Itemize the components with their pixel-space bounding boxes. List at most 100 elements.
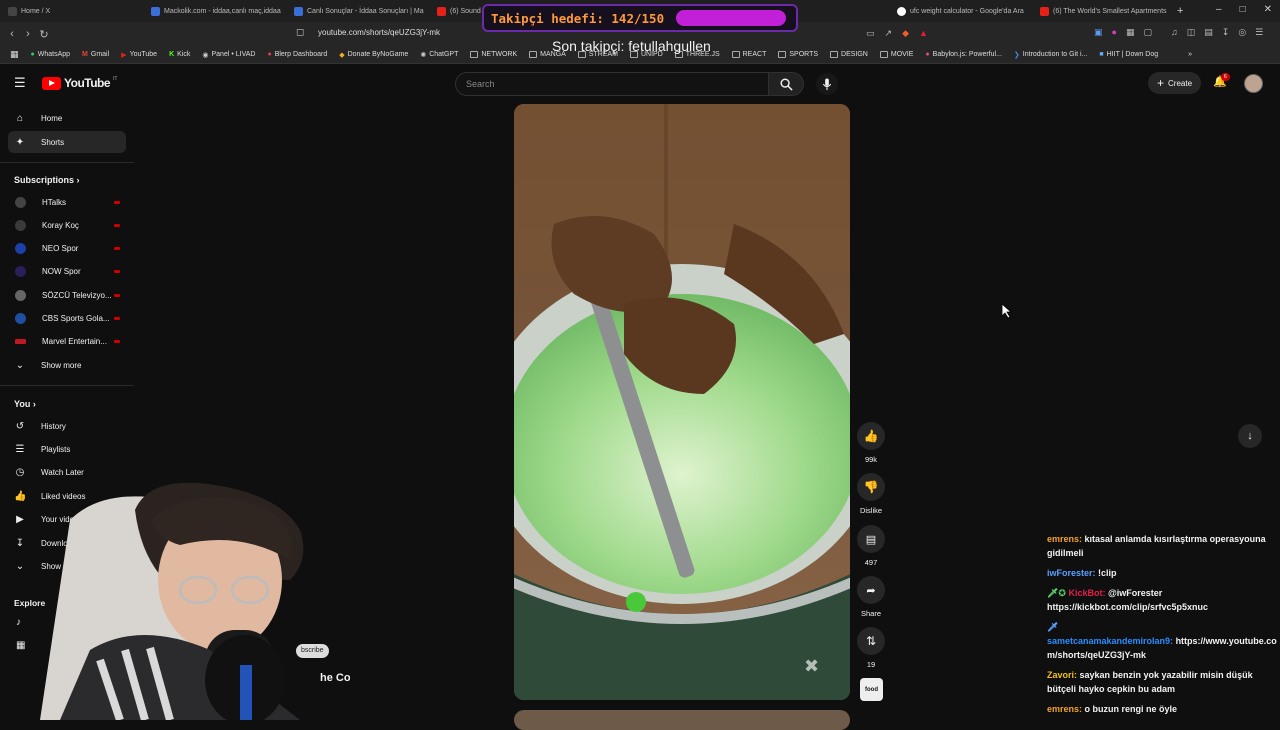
stream-chat: emrens: kıtasal anlamda kısırlaştırma op…	[1047, 532, 1277, 722]
share-button[interactable]: ➦ Share	[857, 576, 885, 618]
brave-shield-icon[interactable]: ◆	[902, 28, 909, 39]
like-button[interactable]: 👍 99k	[857, 422, 885, 464]
bookmark-folder[interactable]: NETWORK	[470, 51, 517, 58]
chevron-right-icon: ›	[32, 399, 36, 409]
channel-avatar	[15, 265, 26, 277]
menu-icon[interactable]: ☰	[1255, 27, 1263, 38]
youtube-icon	[1040, 6, 1049, 16]
chat-message: 🗡✪ KickBot: @iwForester https://kickbot.…	[1047, 588, 1209, 612]
sidebar-item-subscription[interactable]: HTalks	[8, 191, 126, 213]
sidebar-item-subscription[interactable]: NOW Spor	[8, 260, 126, 282]
bookmark-hiit[interactable]: ■ HIIT | Down Dog	[1099, 51, 1158, 58]
vpn-icon[interactable]: ◎	[1238, 27, 1246, 38]
youtube-play-icon	[42, 76, 61, 90]
bookmark-panel[interactable]: ◉ Panel • LIVAD	[202, 51, 255, 59]
forward-icon[interactable]: ›	[20, 28, 36, 40]
remix-button[interactable]: ⇅ 19	[857, 627, 885, 669]
shorts-video-player[interactable]: ✖	[514, 104, 850, 700]
bookmark-folder[interactable]: DESIGN	[830, 51, 868, 58]
bookmark-git[interactable]: ❯ Introduction to Git i...	[1014, 51, 1087, 59]
sidebar-item-subscription[interactable]: Koray Koç	[8, 214, 126, 236]
apps-icon[interactable]: ▦	[10, 49, 19, 60]
search-input[interactable]: Search	[455, 72, 769, 96]
bookmark-icon[interactable]: ◻	[296, 27, 304, 38]
sidebar-item-shorts[interactable]: ✦ Shorts	[8, 131, 126, 153]
bookmark-folder[interactable]: MOVIE	[879, 51, 913, 58]
subscribe-button[interactable]: bscribe	[296, 644, 329, 658]
channel-avatar	[15, 219, 26, 231]
plus-icon: +	[1156, 76, 1164, 90]
bookmark-folder[interactable]: SPORTS	[778, 51, 818, 58]
mackolik-icon	[151, 6, 160, 16]
comments-button[interactable]: ▤ 497	[857, 525, 885, 567]
live-indicator	[114, 269, 120, 273]
folder-icon	[529, 51, 538, 58]
extension-icon[interactable]: ▢	[1143, 27, 1152, 38]
browser-tab[interactable]: Home / X	[0, 0, 143, 22]
reload-icon[interactable]: ↻	[36, 28, 52, 41]
chat-message: Zavori: saykan benzin yok yazabilir misi…	[1047, 670, 1253, 694]
cast-icon[interactable]: ▭	[866, 28, 875, 39]
browser-tab[interactable]: ufc weight calculator - Google'da Ara	[889, 0, 1032, 22]
sidebar-item-history[interactable]: ↺ History	[8, 415, 126, 437]
more-bookmarks-icon[interactable]: »	[1188, 51, 1192, 58]
channel-avatar	[15, 338, 26, 344]
create-button[interactable]: + Create	[1148, 72, 1201, 94]
next-video-button[interactable]: ↓	[1238, 424, 1262, 448]
bookmark-donate[interactable]: ◆ Donate ByNoGame	[339, 51, 408, 59]
browser-tab[interactable]: Canlı Sonuçlar - İddaa Sonuçları | Ma	[286, 0, 429, 22]
chat-message: emrens: o buzun rengi ne öyle	[1047, 704, 1178, 714]
youtube-logo[interactable]: YouTube IT	[42, 76, 118, 90]
bookmark-blerp[interactable]: ● Blerp Dashboard	[267, 51, 327, 58]
sidebar-item-playlists[interactable]: ☰ Playlists	[8, 438, 126, 460]
sidebar-item-subscription[interactable]: CBS Sports Gola...	[8, 307, 126, 329]
bookmark-gmail[interactable]: M Gmail	[82, 51, 109, 58]
bookmark-whatsapp[interactable]: ● WhatsApp	[31, 51, 71, 58]
share-icon[interactable]: ↗	[885, 28, 893, 39]
close-icon[interactable]: ✕	[1264, 4, 1272, 15]
bookmark-kick[interactable]: K Kick	[169, 51, 190, 58]
extension-icon[interactable]: ▣	[1094, 27, 1103, 38]
browser-tab[interactable]: (6) The World's Smallest Apartments	[1032, 0, 1175, 22]
home-icon: ⌂	[16, 112, 24, 124]
new-tab-button[interactable]: +	[1177, 5, 1183, 17]
voice-search-button[interactable]	[816, 73, 838, 95]
browser-tab[interactable]: (6) Sound	[429, 0, 489, 22]
bookmark-youtube[interactable]: ▶ YouTube	[121, 51, 157, 59]
rewards-icon[interactable]: ▲	[919, 28, 928, 39]
sidebar-item-home[interactable]: ⌂ Home	[8, 107, 126, 129]
back-icon[interactable]: ‹	[4, 28, 20, 40]
hamburger-menu-icon[interactable]: ☰	[14, 75, 26, 91]
extensions-icon[interactable]: ▦	[1126, 27, 1135, 38]
extension-icon[interactable]: ●	[1112, 27, 1117, 38]
subscriptions-heading[interactable]: Subscriptions ›	[14, 175, 80, 185]
download-icon[interactable]: ↧	[1222, 27, 1230, 38]
search-button[interactable]	[768, 72, 804, 96]
short-title[interactable]: he Coolest Drink ...	[320, 672, 350, 684]
channel-avatar	[15, 242, 26, 254]
bookmark-chatgpt[interactable]: ✺ ChatGPT	[420, 51, 458, 59]
sidebar-item-subscription[interactable]: Marvel Entertain...	[8, 330, 126, 352]
bookmark-babylon[interactable]: ● Babylon.js: Powerful...	[925, 51, 1002, 58]
dislike-button[interactable]: 👎 Dislike	[857, 473, 885, 515]
media-icon[interactable]: ♫	[1171, 27, 1178, 38]
wallet-icon[interactable]: ▤	[1204, 27, 1213, 38]
next-short-preview[interactable]	[514, 710, 850, 730]
channel-avatar	[15, 312, 26, 324]
show-more-button[interactable]: ⌄ Show more	[8, 354, 126, 376]
thumbs-down-icon: 👎	[863, 480, 879, 494]
bookmark-folder[interactable]: REACT	[731, 51, 766, 58]
live-indicator	[114, 293, 120, 297]
you-heading[interactable]: You ›	[14, 399, 36, 409]
sidebar-item-subscription[interactable]: SÖZCÜ Televizyo...	[8, 284, 126, 306]
sidebar-icon[interactable]: ◫	[1187, 27, 1196, 38]
minimize-icon[interactable]: –	[1216, 4, 1222, 15]
url-field[interactable]: youtube.com/shorts/qeUZG3jY-mk	[318, 28, 440, 37]
browser-tab[interactable]: Mackolik.com - iddaa,canlı maç,iddaa	[143, 0, 286, 22]
badge-icon: 🗡✪	[1047, 588, 1069, 598]
sidebar-item-subscription[interactable]: NEO Spor	[8, 237, 126, 259]
folder-icon	[778, 51, 787, 58]
maximize-icon[interactable]: □	[1240, 4, 1246, 15]
sound-thumbnail[interactable]: food	[860, 678, 883, 701]
avatar[interactable]	[1244, 74, 1263, 93]
